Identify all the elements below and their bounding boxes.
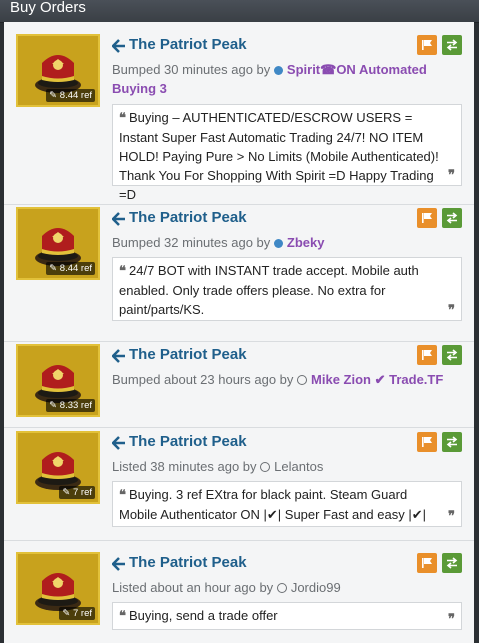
item-image[interactable]: ✎ 8.44 ref <box>16 34 100 107</box>
flag-icon <box>422 437 432 447</box>
trade-button[interactable] <box>442 432 462 452</box>
item-title-link[interactable]: The Patriot Peak <box>129 209 247 226</box>
offline-ring-icon <box>260 462 271 472</box>
arrow-left-icon <box>112 436 125 450</box>
arrow-left-icon <box>112 349 125 363</box>
quote-close-icon: ❞ <box>448 303 455 318</box>
listing-status: Bumped about 23 hours ago by Mike Zion ✔… <box>112 372 444 387</box>
quote-close-icon: ❞ <box>448 612 455 627</box>
report-button[interactable] <box>417 208 437 228</box>
listing: ✎ 8.33 ref The Patriot Peak Bumped about… <box>4 344 474 422</box>
exchange-icon <box>446 349 458 361</box>
trade-button[interactable] <box>442 35 462 55</box>
exchange-icon <box>446 557 458 569</box>
tag-icon: ✎ <box>62 608 73 619</box>
divider <box>4 341 474 342</box>
divider <box>4 540 474 541</box>
price-tag: ✎ 7 ref <box>59 486 95 499</box>
exchange-icon <box>446 39 458 51</box>
price-tag: ✎ 8.44 ref <box>46 89 95 102</box>
trade-button[interactable] <box>442 553 462 573</box>
buy-orders-panel: Buy Orders ✎ 8.44 ref The Patriot Peak B… <box>0 0 479 643</box>
listing-status: Listed about an hour ago by Jordio99 <box>112 580 341 595</box>
user-link[interactable]: Mike Zion ✔ Trade.TF <box>311 372 443 387</box>
listing-status: Bumped 32 minutes ago by Zbeky <box>112 235 325 250</box>
trade-button[interactable] <box>442 208 462 228</box>
offline-ring-icon <box>276 583 287 593</box>
arrow-left-icon <box>112 557 125 571</box>
listing-comment: ❝ Buying – AUTHENTICATED/ESCROW USERS = I… <box>112 104 462 202</box>
flag-icon <box>422 558 432 568</box>
user-link[interactable]: Lelantos <box>274 459 323 474</box>
listing-comment: ❝ Buying. 3 ref EXtra for black paint. St… <box>112 481 462 527</box>
flag-icon <box>422 40 432 50</box>
divider <box>4 427 474 428</box>
price-tag: ✎ 7 ref <box>59 607 95 620</box>
tag-icon: ✎ <box>49 400 60 411</box>
item-image[interactable]: ✎ 8.33 ref <box>16 344 100 417</box>
item-image[interactable]: ✎ 7 ref <box>16 431 100 504</box>
divider <box>4 204 474 205</box>
trade-button[interactable] <box>442 345 462 365</box>
listing-comment: ❝ Buying, send a trade offer ❞ <box>112 602 462 630</box>
quote-open-icon: ❝ <box>119 488 126 503</box>
online-dot-icon <box>273 66 283 75</box>
listing: ✎ 8.44 ref The Patriot Peak Bumped 30 mi… <box>4 34 474 204</box>
listing-status: Bumped 30 minutes ago by Spirit☎ON Autom… <box>112 62 427 96</box>
quote-close-icon: ❞ <box>448 168 455 183</box>
listing: ✎ 7 ref The Patriot Peak Listed about an… <box>4 552 474 643</box>
flag-icon <box>422 350 432 360</box>
price-tag: ✎ 8.44 ref <box>46 262 95 275</box>
price-tag: ✎ 8.33 ref <box>46 399 95 412</box>
panel-header: Buy Orders <box>0 0 479 23</box>
panel-title: Buy Orders <box>10 0 86 16</box>
offline-ring-icon <box>297 375 308 385</box>
flag-icon <box>422 213 432 223</box>
item-image[interactable]: ✎ 8.44 ref <box>16 207 100 280</box>
report-button[interactable] <box>417 432 437 452</box>
exchange-icon <box>446 436 458 448</box>
exchange-icon <box>446 212 458 224</box>
item-title-link[interactable]: The Patriot Peak <box>129 346 247 363</box>
user-link[interactable]: Jordio99 <box>291 580 341 595</box>
quote-open-icon: ❝ <box>119 264 126 279</box>
item-title-link[interactable]: The Patriot Peak <box>129 554 247 571</box>
tag-icon: ✎ <box>62 487 73 498</box>
report-button[interactable] <box>417 553 437 573</box>
user-link[interactable]: Zbeky <box>287 235 325 250</box>
arrow-left-icon <box>112 212 125 226</box>
listing: ✎ 7 ref The Patriot Peak Listed 38 minut… <box>4 431 474 531</box>
item-image[interactable]: ✎ 7 ref <box>16 552 100 625</box>
quote-open-icon: ❝ <box>119 111 126 126</box>
listing-status: Listed 38 minutes ago by Lelantos <box>112 459 324 474</box>
item-title-link[interactable]: The Patriot Peak <box>129 433 247 450</box>
online-dot-icon <box>273 239 283 248</box>
listings-list: ✎ 8.44 ref The Patriot Peak Bumped 30 mi… <box>4 22 474 643</box>
quote-close-icon: ❞ <box>448 509 455 524</box>
listing-comment: ❝ 24/7 BOT with INSTANT trade accept. Mob… <box>112 257 462 321</box>
tag-icon: ✎ <box>49 90 60 101</box>
arrow-left-icon <box>112 39 125 53</box>
report-button[interactable] <box>417 345 437 365</box>
quote-open-icon: ❝ <box>119 609 126 624</box>
tag-icon: ✎ <box>49 263 60 274</box>
item-title-link[interactable]: The Patriot Peak <box>129 36 247 53</box>
report-button[interactable] <box>417 35 437 55</box>
listing: ✎ 8.44 ref The Patriot Peak Bumped 32 mi… <box>4 207 474 337</box>
